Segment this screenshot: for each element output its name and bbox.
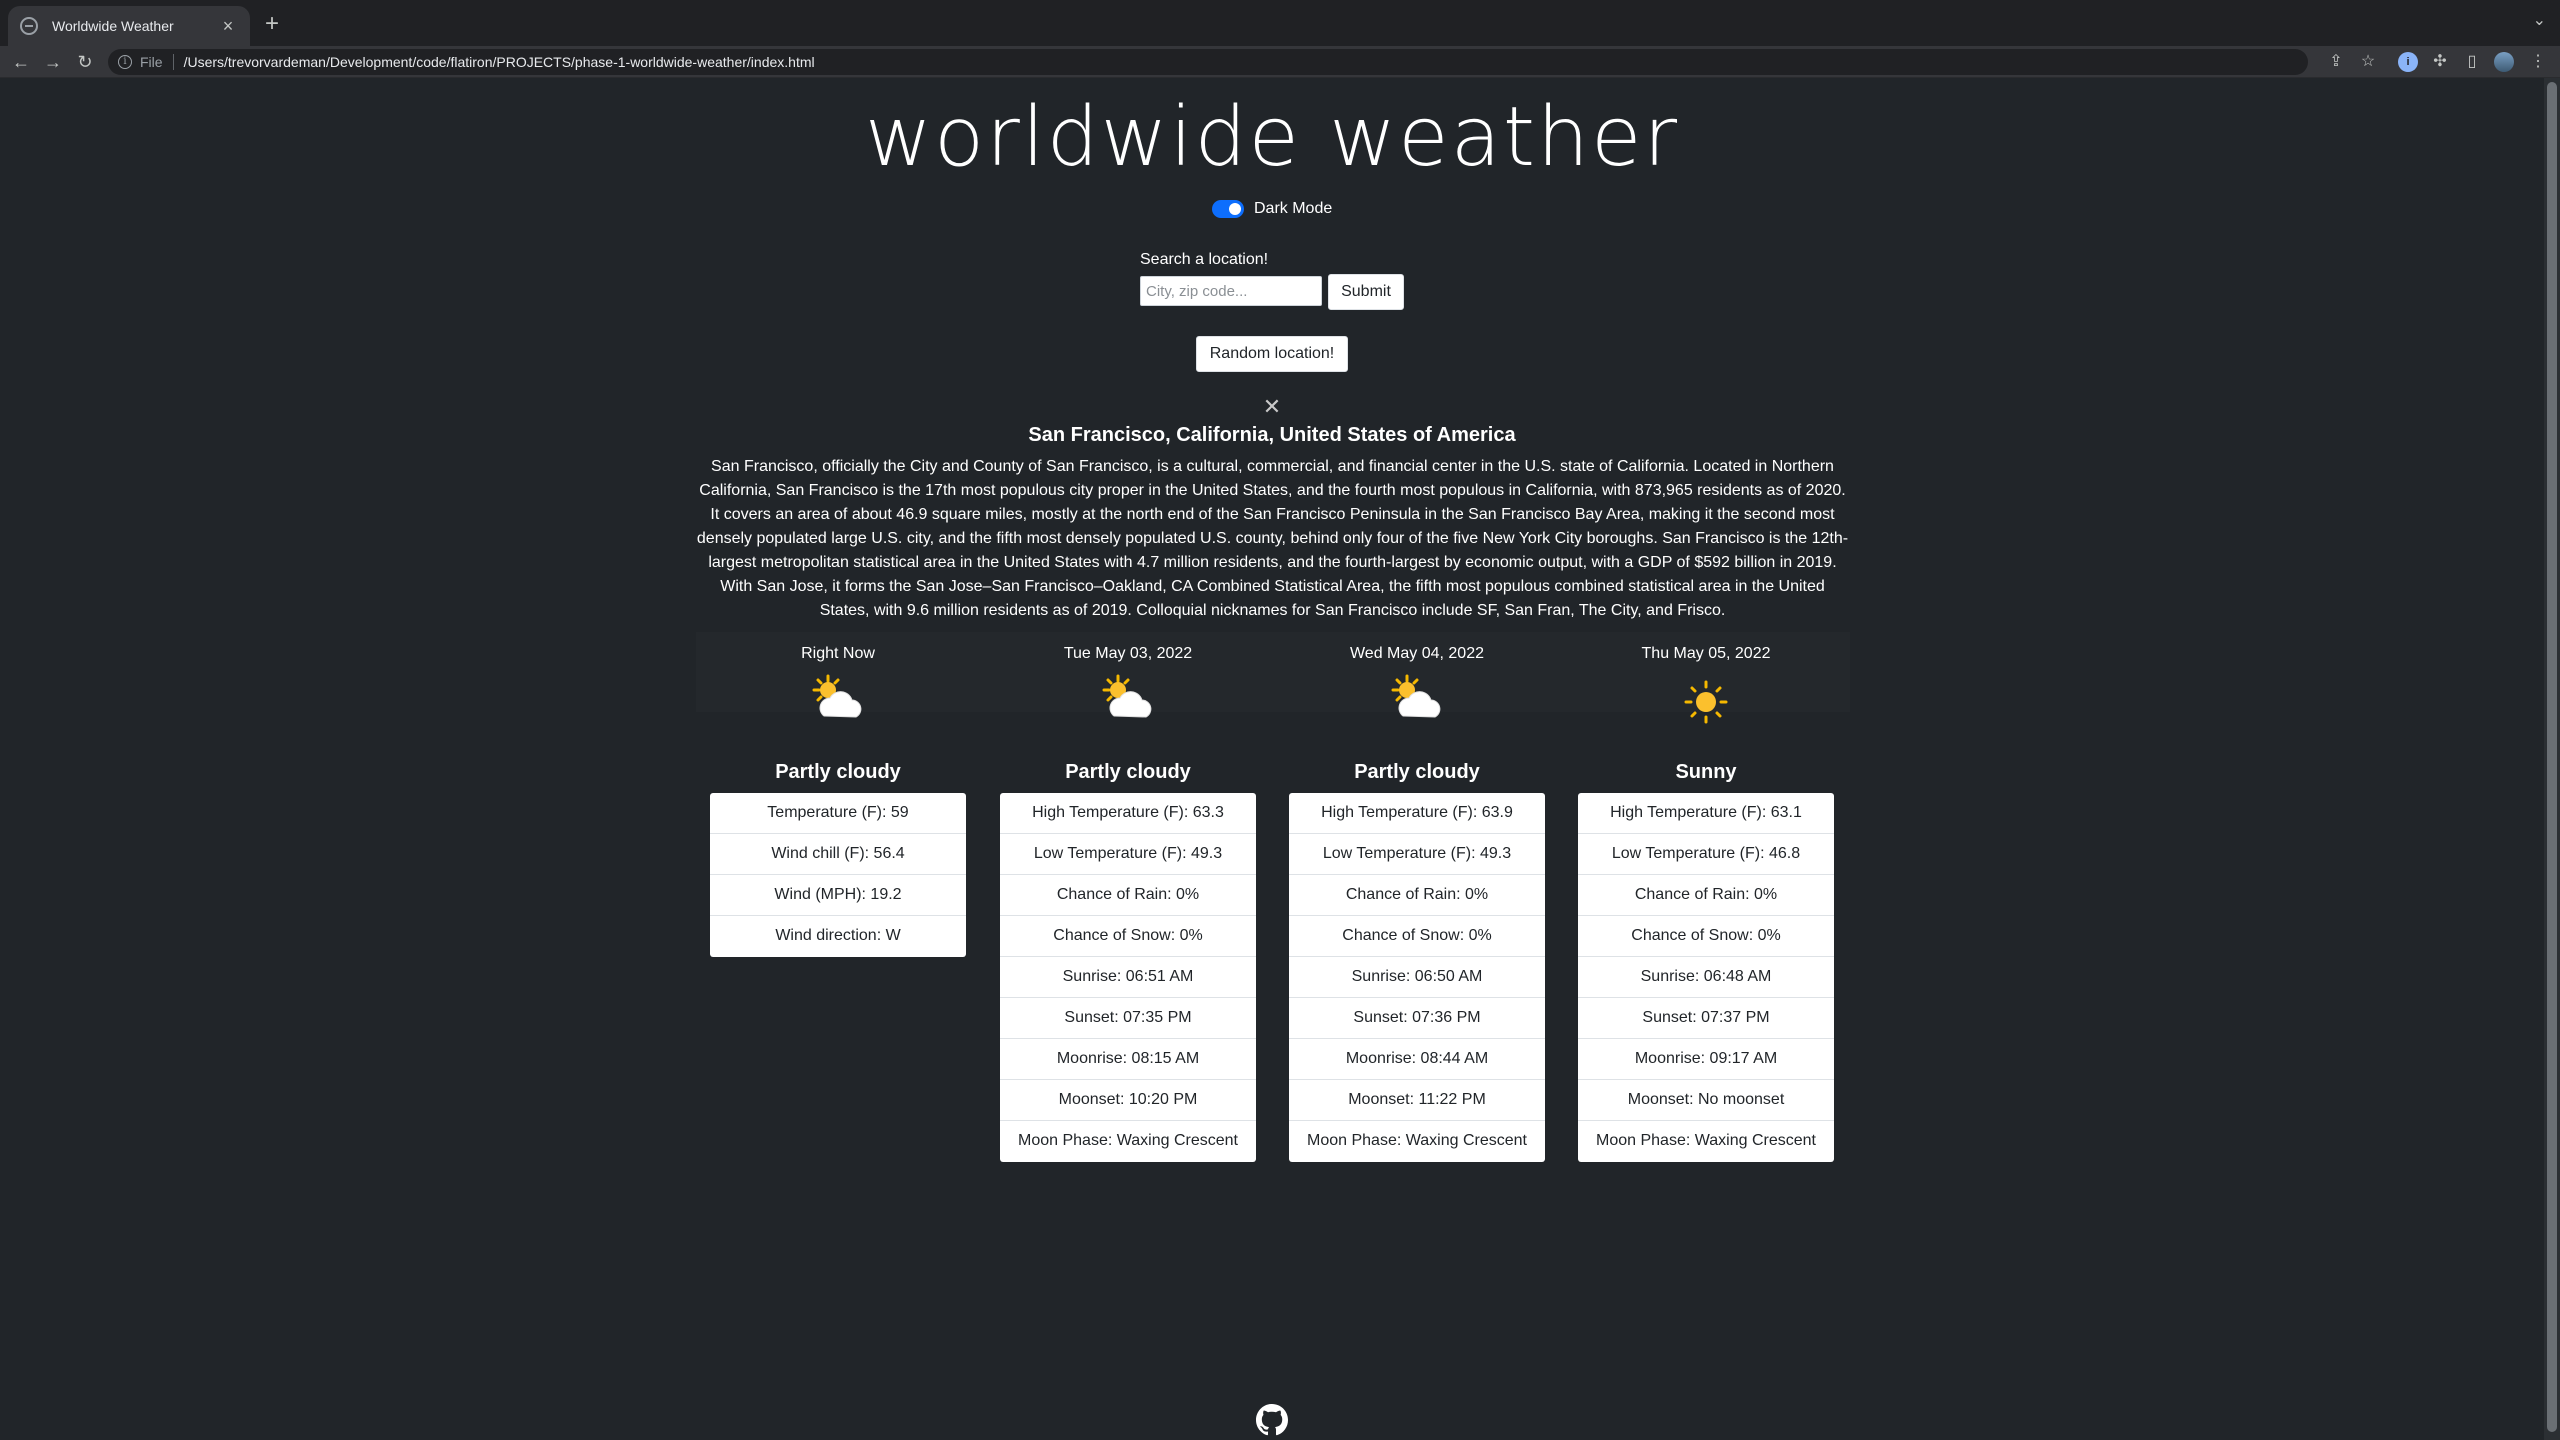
file-scheme-label: File	[140, 54, 163, 70]
reload-icon[interactable]: ↻	[72, 49, 98, 75]
list-item: Sunrise: 06:50 AM	[1289, 957, 1545, 998]
new-tab-button[interactable]: +	[258, 10, 286, 38]
dark-mode-switch[interactable]	[1212, 200, 1244, 218]
page-scrollbar[interactable]	[2544, 78, 2560, 1440]
profile-avatar[interactable]	[2494, 52, 2514, 72]
forecast-condition: Partly cloudy	[775, 761, 901, 783]
list-item: Moonset: No moonset	[1578, 1080, 1834, 1121]
forecast-details-list: High Temperature (F): 63.3 Low Temperatu…	[1000, 793, 1256, 1162]
list-item: Moon Phase: Waxing Crescent	[1018, 1132, 1238, 1149]
partly-cloudy-icon	[710, 670, 966, 734]
page-title: worldwide weather	[864, 90, 1680, 185]
list-item: Wind direction: W	[775, 927, 901, 944]
list-item: Wind (MPH): 19.2	[710, 875, 966, 916]
list-item: Chance of Rain: 0%	[1578, 875, 1834, 916]
list-item: Wind chill (F): 56.4	[710, 834, 966, 875]
forward-icon[interactable]: →	[40, 49, 66, 75]
list-item: Sunrise: 06:48 AM	[1578, 957, 1834, 998]
search-input[interactable]	[1140, 276, 1322, 306]
partly-cloudy-icon	[1289, 670, 1545, 734]
back-icon[interactable]: ←	[8, 49, 34, 75]
random-location-button[interactable]: Random location!	[1196, 336, 1348, 372]
globe-icon	[20, 17, 38, 35]
list-item: Moon Phase: Waxing Crescent	[1307, 1132, 1527, 1149]
list-item: Moonset: 10:20 PM	[1000, 1080, 1256, 1121]
list-item: High Temperature (F): 63.9	[1289, 793, 1545, 834]
list-item: Temperature (F): 59	[710, 793, 966, 834]
forecast-heading: Thu May 05, 2022	[1641, 645, 1771, 662]
address-bar[interactable]: i File /Users/trevorvardeman/Development…	[108, 49, 2308, 75]
forecast-heading: Wed May 04, 2022	[1349, 645, 1484, 662]
list-item: Moonrise: 08:44 AM	[1289, 1039, 1545, 1080]
page-content: worldwide weather Dark Mode Search a loc…	[0, 78, 2560, 1440]
forecast-condition: Partly cloudy	[1065, 761, 1191, 783]
list-item: Low Temperature (F): 46.8	[1578, 834, 1834, 875]
search-label: Search a location!	[1140, 251, 1269, 268]
partly-cloudy-icon	[1000, 670, 1256, 734]
list-item: Sunset: 07:37 PM	[1578, 998, 1834, 1039]
forecast-column-right-now: Right Now Partly cloudy Temperature (F):…	[710, 642, 966, 957]
close-tab-icon[interactable]: ×	[218, 16, 238, 36]
location-name: San Francisco, California, United States…	[1028, 424, 1516, 446]
share-icon[interactable]: ⇪	[2326, 52, 2346, 72]
list-item: Sunset: 07:35 PM	[1000, 998, 1256, 1039]
bookmark-star-icon[interactable]: ☆	[2358, 52, 2378, 72]
close-icon[interactable]: ✕	[1262, 396, 1282, 418]
list-item: Low Temperature (F): 49.3	[1000, 834, 1256, 875]
list-item: Moonset: 11:22 PM	[1289, 1080, 1545, 1121]
omnibox-divider	[172, 54, 174, 70]
list-item: Chance of Rain: 0%	[1000, 875, 1256, 916]
side-panel-icon[interactable]: ▯	[2462, 52, 2482, 72]
forecast-column-day-1: Tue May 03, 2022 Partly cloudy High Temp…	[1000, 642, 1256, 1162]
switch-knob	[1229, 203, 1241, 215]
submit-button[interactable]: Submit	[1328, 274, 1404, 310]
forecast-heading: Right Now	[801, 645, 875, 662]
forecast-column-day-3: Thu May 05, 2022 Sunny High Temperature …	[1578, 642, 1834, 1162]
browser-tab[interactable]: Worldwide Weather ×	[8, 6, 250, 46]
list-item: Sunset: 07:36 PM	[1289, 998, 1545, 1039]
list-item: Chance of Snow: 0%	[1289, 916, 1545, 957]
browser-tabstrip: Worldwide Weather × + ⌄	[0, 0, 2560, 46]
forecast-column-day-2: Wed May 04, 2022 Partly cloudy High Temp…	[1289, 642, 1545, 1162]
dark-mode-toggle-row: Dark Mode	[1212, 200, 1332, 218]
list-item: High Temperature (F): 63.1	[1578, 793, 1834, 834]
tab-title: Worldwide Weather	[52, 18, 174, 34]
forecast-details-list: Temperature (F): 59 Wind chill (F): 56.4…	[710, 793, 966, 957]
list-item: Moon Phase: Waxing Crescent	[1596, 1132, 1816, 1149]
forecast-details-list: High Temperature (F): 63.9 Low Temperatu…	[1289, 793, 1545, 1162]
location-description: San Francisco, officially the City and C…	[696, 458, 1849, 619]
list-item: High Temperature (F): 63.3	[1000, 793, 1256, 834]
tab-search-icon[interactable]: ⌄	[2533, 10, 2546, 30]
dark-mode-label: Dark Mode	[1254, 200, 1333, 217]
forecast-details-list: High Temperature (F): 63.1 Low Temperatu…	[1578, 793, 1834, 1162]
list-item: Moonrise: 09:17 AM	[1578, 1039, 1834, 1080]
scrollbar-thumb[interactable]	[2547, 82, 2557, 1432]
browser-toolbar: ← → ↻ i File /Users/trevorvardeman/Devel…	[0, 46, 2560, 78]
url-text[interactable]: /Users/trevorvardeman/Development/code/f…	[184, 54, 815, 70]
list-item: Moonrise: 08:15 AM	[1000, 1039, 1256, 1080]
sunny-icon	[1578, 670, 1834, 734]
forecast-condition: Partly cloudy	[1354, 761, 1480, 783]
info-icon[interactable]: i	[118, 55, 132, 69]
extension-icon[interactable]: i	[2398, 52, 2418, 72]
puzzle-extensions-icon[interactable]: ✣	[2430, 52, 2450, 72]
list-item: Chance of Snow: 0%	[1578, 916, 1834, 957]
list-item: Sunrise: 06:51 AM	[1000, 957, 1256, 998]
forecast-heading: Tue May 03, 2022	[1063, 645, 1193, 662]
list-item: Chance of Rain: 0%	[1289, 875, 1545, 916]
list-item: Chance of Snow: 0%	[1000, 916, 1256, 957]
browser-menu-icon[interactable]: ⋮	[2528, 52, 2548, 72]
forecast-condition: Sunny	[1675, 761, 1737, 783]
list-item: Low Temperature (F): 49.3	[1289, 834, 1545, 875]
github-icon[interactable]	[1256, 1404, 1288, 1436]
